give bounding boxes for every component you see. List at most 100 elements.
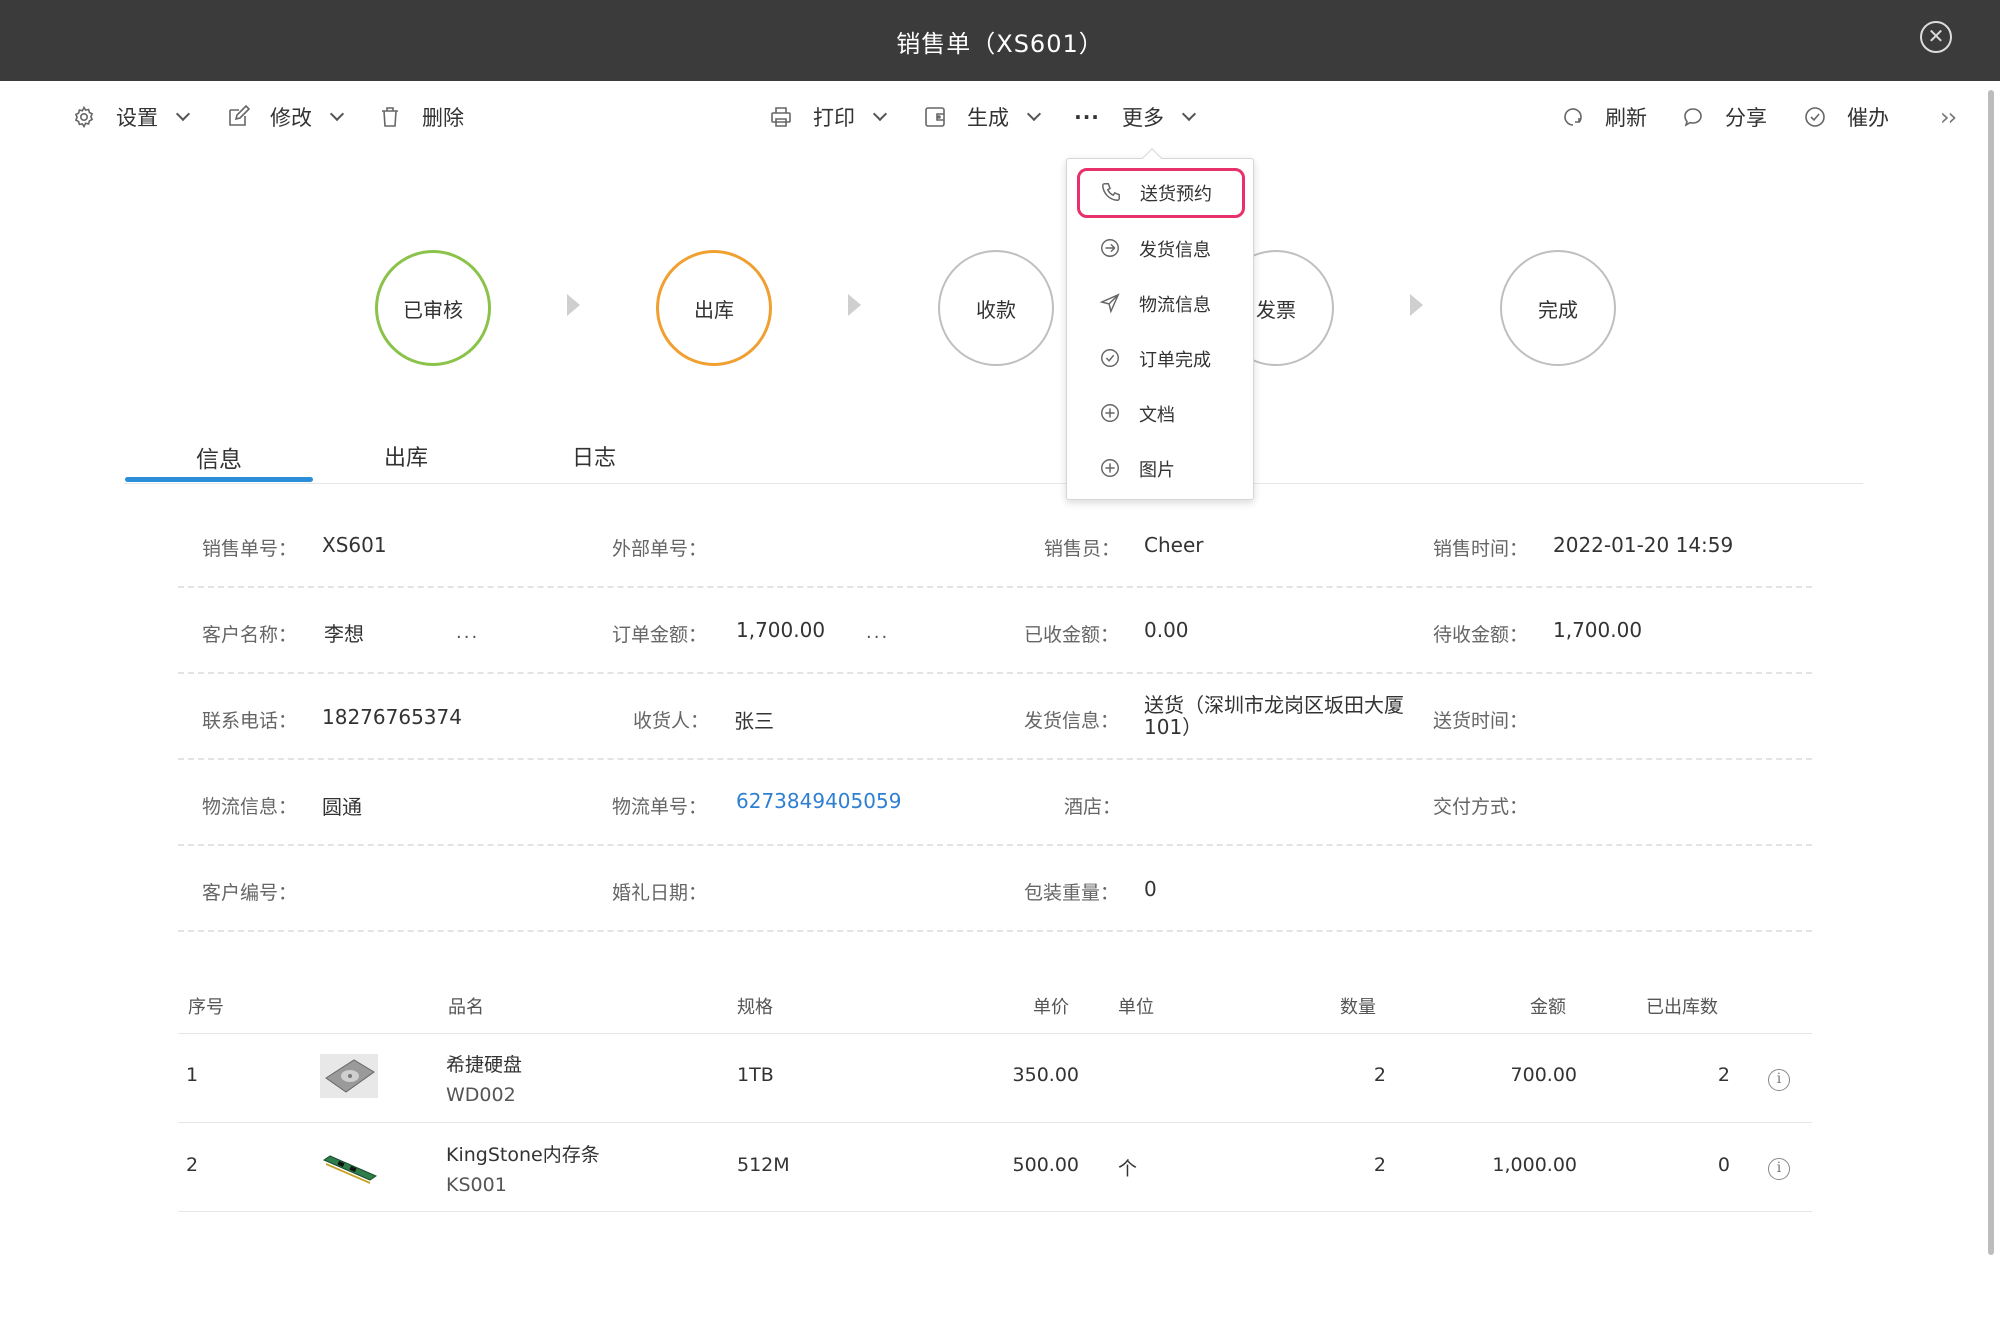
step-outbound: 出库 (656, 250, 772, 366)
tab-info[interactable]: 信息 (196, 440, 242, 474)
edit-icon (226, 105, 250, 129)
shipping-label: 发货信息： (1024, 710, 1120, 732)
send-icon (1099, 292, 1123, 316)
refresh-label: 刷新 (1605, 106, 1647, 130)
active-tab-indicator (125, 477, 313, 482)
logistics-label: 物流信息： (202, 796, 298, 818)
table-row-divider (178, 1122, 1812, 1123)
row-shipped: 2 (1717, 1064, 1730, 1086)
menu-item-label: 文档 (1139, 405, 1175, 426)
menu-item-label: 订单完成 (1139, 350, 1211, 371)
double-chevron-right-icon: ›› (1940, 103, 1957, 131)
phone-value: 18276765374 (322, 705, 462, 729)
menu-item-label: 物流信息 (1139, 295, 1211, 316)
order-amount-more-button[interactable]: ... (866, 622, 889, 643)
delivery-time-label: 送货时间： (1433, 710, 1529, 732)
payment-label: 交付方式： (1433, 796, 1529, 818)
share-button[interactable]: 分享 (1681, 100, 1767, 134)
menu-item-image[interactable]: 图片 (1067, 447, 1255, 491)
settings-button[interactable]: 设置 (72, 100, 191, 134)
tracking-label: 物流单号： (612, 796, 708, 818)
step-label: 出库 (694, 297, 734, 322)
wallet-icon (923, 105, 947, 129)
col-header-amount: 金额 (1530, 997, 1566, 1018)
row-product-code: WD002 (446, 1084, 516, 1106)
more-dropdown-menu: 送货预约 发货信息 物流信息 订单完成 文档 图片 (1066, 148, 1255, 500)
urge-label: 催办 (1847, 106, 1889, 130)
tab-outbound[interactable]: 出库 (384, 440, 428, 472)
step-payment: 收款 (938, 250, 1054, 366)
step-label: 发票 (1256, 297, 1296, 322)
edit-button[interactable]: 修改 (226, 100, 345, 134)
row-qty: 2 (1373, 1154, 1386, 1176)
menu-item-document[interactable]: 文档 (1067, 392, 1255, 436)
hard-disk-thumbnail (320, 1054, 378, 1098)
order-amount-label: 订单金额： (612, 624, 708, 646)
edit-label: 修改 (270, 106, 312, 130)
info-row-divider (178, 758, 1812, 760)
menu-item-shipping-info[interactable]: 发货信息 (1067, 227, 1255, 271)
row-spec: 1TB (737, 1064, 774, 1086)
row-price: 500.00 (1012, 1154, 1079, 1176)
table-row-divider (178, 1211, 1812, 1212)
row-qty: 2 (1373, 1064, 1386, 1086)
info-row-divider (178, 844, 1812, 846)
urge-button[interactable]: 催办 (1803, 100, 1889, 134)
menu-item-order-complete[interactable]: 订单完成 (1067, 337, 1255, 381)
menu-item-label: 图片 (1139, 460, 1175, 481)
col-header-price: 单价 (1033, 997, 1069, 1018)
print-button[interactable]: 打印 (769, 100, 888, 134)
dropdown-caret (1142, 148, 1162, 168)
step-arrow (1410, 294, 1423, 316)
info-icon[interactable]: i (1768, 1158, 1790, 1180)
print-label: 打印 (813, 106, 855, 130)
phone-icon (1100, 181, 1124, 205)
pending-value: 1,700.00 (1553, 618, 1643, 642)
chevron-down-icon (1181, 106, 1197, 122)
sale-no-label: 销售单号： (202, 538, 298, 560)
plus-circle-icon (1099, 457, 1123, 481)
tab-log[interactable]: 日志 (572, 440, 616, 472)
sale-no-value: XS601 (322, 533, 387, 557)
more-button[interactable]: ··· 更多 (1074, 100, 1197, 134)
expand-button[interactable]: ›› (1940, 100, 1957, 134)
table-header-divider (178, 1033, 1812, 1034)
row-amount: 700.00 (1510, 1064, 1577, 1086)
salesperson-value: Cheer (1144, 533, 1204, 557)
window-title: 销售单（XS601） (896, 30, 1104, 58)
generate-button[interactable]: 生成 (923, 100, 1042, 134)
chevron-down-icon (329, 106, 345, 122)
generate-label: 生成 (967, 106, 1009, 130)
menu-item-logistics-info[interactable]: 物流信息 (1067, 282, 1255, 326)
more-dots-icon: ··· (1074, 105, 1100, 129)
check-circle-icon (1099, 347, 1123, 371)
row-amount: 1,000.00 (1492, 1154, 1577, 1176)
receiver-value: 张三 (734, 709, 774, 733)
row-price: 350.00 (1012, 1064, 1079, 1086)
info-icon[interactable]: i (1768, 1069, 1790, 1091)
more-label: 更多 (1122, 106, 1164, 130)
weight-value: 0 (1144, 877, 1157, 901)
settings-label: 设置 (116, 106, 158, 130)
delete-label: 删除 (422, 106, 464, 130)
shipping-value: 送货（深圳市龙岗区坂田大厦101） (1144, 693, 1404, 739)
refresh-icon (1561, 105, 1585, 129)
menu-item-label: 发货信息 (1139, 240, 1211, 261)
close-icon[interactable]: ✕ (1920, 21, 1952, 53)
salesperson-label: 销售员： (1044, 538, 1121, 560)
menu-item-delivery-appointment[interactable]: 送货预约 (1077, 168, 1245, 218)
customer-more-button[interactable]: ... (456, 622, 479, 643)
info-row-divider (178, 672, 1812, 674)
phone-label: 联系电话： (202, 710, 298, 732)
tracking-number-link[interactable]: 6273849405059 (736, 789, 901, 813)
row-unit: 个 (1118, 1158, 1138, 1180)
weight-label: 包装重量： (1024, 882, 1120, 904)
trash-icon (378, 105, 402, 129)
refresh-button[interactable]: 刷新 (1561, 100, 1647, 134)
chevron-down-icon (1026, 106, 1042, 122)
col-header-shipped: 已出库数 (1646, 997, 1718, 1018)
delete-button[interactable]: 删除 (378, 100, 464, 134)
row-spec: 512M (737, 1154, 790, 1176)
row-product-code: KS001 (446, 1174, 507, 1196)
vertical-scrollbar[interactable] (1988, 90, 1994, 1255)
